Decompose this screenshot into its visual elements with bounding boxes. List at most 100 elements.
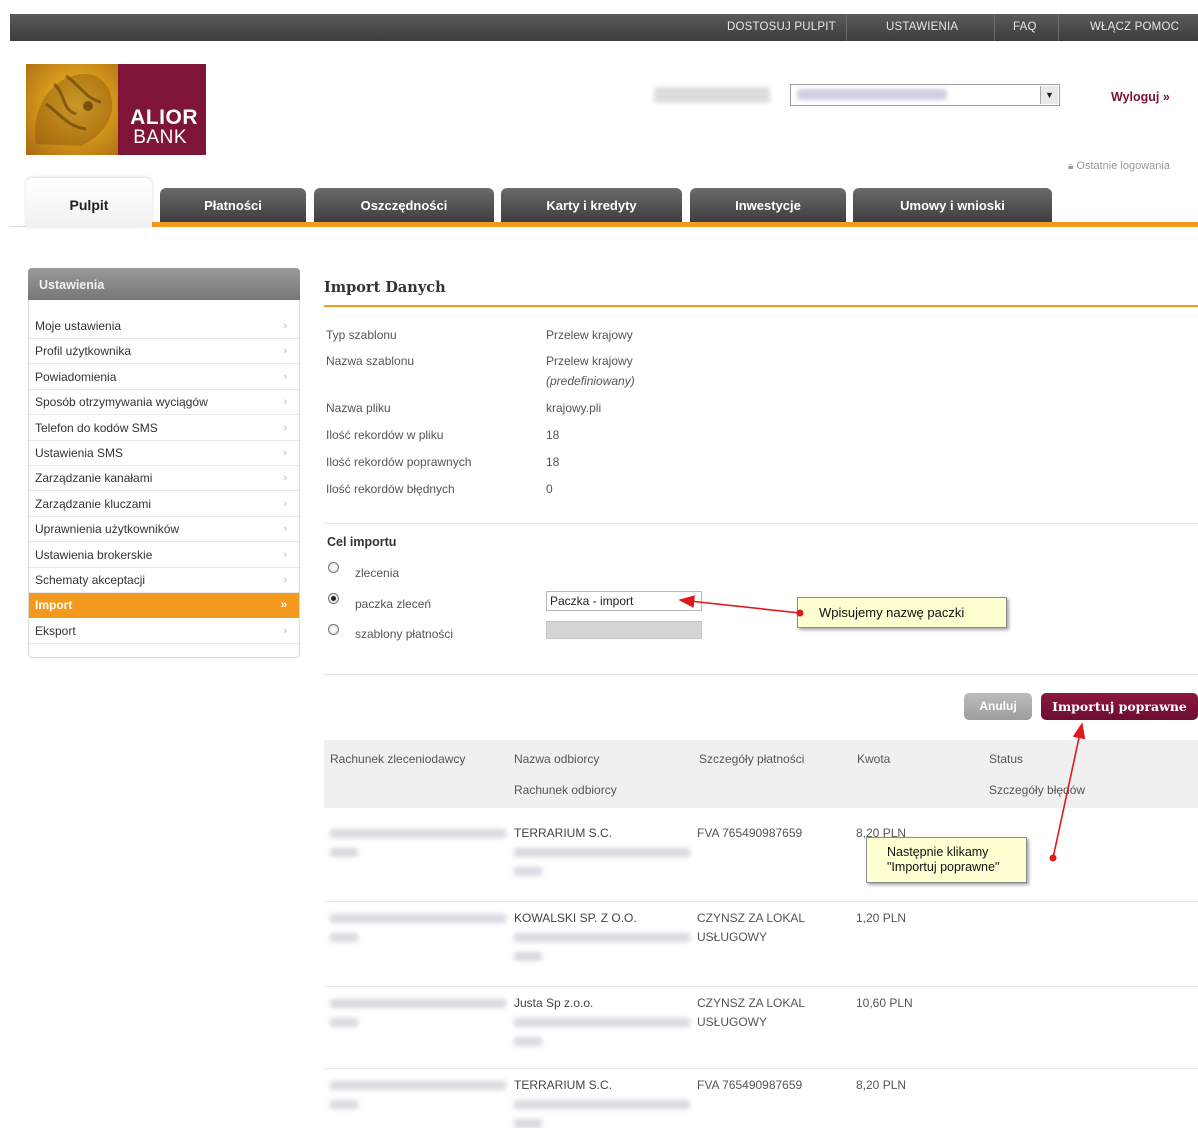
tab-inwestycje[interactable]: Inwestycje: [690, 188, 846, 222]
sidebar-item-label: Moje ustawienia: [35, 319, 122, 333]
amount: 1,20 PLN: [856, 911, 907, 925]
sidebar-item-zarzadzanie-kanalami[interactable]: Zarządzanie kanałami ›: [29, 466, 299, 492]
sidebar-item-moje-ustawienia[interactable]: Moje ustawienia ›: [29, 314, 299, 339]
chevron-right-icon: ›: [283, 548, 287, 561]
sidebar-item-ustawienia-brokerskie[interactable]: Ustawienia brokerskie ›: [29, 543, 299, 568]
sidebar-item-label: Powiadomienia: [35, 369, 117, 384]
chevron-right-icon: ›: [283, 345, 287, 358]
sidebar-item-import[interactable]: Import »: [29, 593, 299, 619]
sidebar-item-uprawnienia-uzytkownikow[interactable]: Uprawnienia użytkowników ›: [29, 517, 299, 543]
records-valid-value: 18: [546, 455, 560, 469]
page-title: Import Danych: [324, 279, 446, 296]
recipient-name: TERRARIUM S.C.: [514, 826, 613, 840]
file-name-value: krajowy.pli: [546, 401, 602, 415]
recipient-account-blurred: [514, 1037, 542, 1046]
top-separator: [846, 14, 847, 41]
recipient-account-blurred: [514, 1119, 542, 1128]
divider: [324, 523, 1198, 524]
logout-link[interactable]: Wyloguj »: [1111, 90, 1170, 104]
radio-package[interactable]: [328, 593, 339, 604]
customize-dashboard-link[interactable]: DOSTOSUJ PULPIT: [727, 21, 836, 33]
cancel-button[interactable]: Anuluj: [964, 693, 1032, 720]
sidebar-item-zarzadzanie-kluczami[interactable]: Zarządzanie kluczami ›: [29, 492, 299, 517]
alior-bank-logo[interactable]: ALIOR BANK: [26, 64, 206, 155]
sidebar-item-eksport[interactable]: Eksport ›: [29, 619, 299, 644]
arrow-dot: [1049, 854, 1057, 862]
chevron-right-icon: ›: [283, 497, 287, 510]
template-type-label: Typ szablonu: [326, 328, 397, 342]
payment-details-line2: USŁUGOWY: [697, 930, 768, 944]
recipient-name: Justa Sp z.o.o.: [514, 996, 594, 1010]
tab-platnosci[interactable]: Płatności: [160, 188, 306, 222]
table-header: [324, 740, 1198, 808]
sidebar-item-powiadomienia[interactable]: Powiadomienia ›: [29, 365, 299, 390]
payment-details: CZYNSZ ZA LOKAL: [697, 996, 806, 1010]
title-underline: [324, 305, 1198, 307]
sidebar-item-sposob-otrzymywania-wyciagow[interactable]: Sposób otrzymywania wyciągów ›: [29, 390, 299, 416]
sidebar-item-label: Uprawnienia użytkowników: [35, 522, 180, 537]
package-name-input[interactable]: [546, 591, 702, 611]
annotation-import-line2: "Importuj poprawne": [887, 860, 1000, 874]
faq-link[interactable]: FAQ: [1013, 21, 1037, 33]
tab-pulpit[interactable]: Pulpit: [26, 178, 152, 228]
sidebar-item-label: Profil użytkownika: [35, 344, 132, 359]
import-valid-button[interactable]: Importuj poprawne: [1041, 693, 1198, 720]
tab-umowy-i-wnioski[interactable]: Umowy i wnioski: [853, 188, 1052, 222]
col-sender-account: Rachunek zleceniodawcy: [330, 752, 466, 766]
annotation-import-button: Następnie klikamy "Importuj poprawne": [866, 837, 1027, 883]
sidebar-item-label: Ustawienia brokerskie: [35, 547, 153, 562]
template-name-label: Nazwa szablonu: [326, 354, 415, 368]
annotation-package-name: Wpisujemy nazwę paczki: [797, 597, 1007, 628]
sidebar-item-telefon-do-kodow-sms[interactable]: Telefon do kodów SMS ›: [29, 416, 299, 441]
recipient-account-blurred: [514, 867, 542, 876]
annotation-import-line1: Następnie klikamy: [887, 845, 989, 859]
recipient-account-blurred: [514, 933, 690, 942]
logo-text-bank: BANK: [133, 127, 187, 148]
sidebar-item-ustawienia-sms[interactable]: Ustawienia SMS ›: [29, 441, 299, 466]
radio-orders[interactable]: [328, 562, 339, 573]
radio-orders-label[interactable]: zlecenia: [355, 566, 399, 580]
sidebar-item-label: Sposób otrzymywania wyciągów: [35, 395, 208, 410]
tab-oszczednosci[interactable]: Oszczędności: [314, 188, 494, 222]
recipient-name: KOWALSKI SP. Z O.O.: [514, 911, 637, 925]
row-divider: [324, 901, 1198, 902]
tab-underline: [152, 222, 1198, 227]
file-name-label: Nazwa pliku: [326, 401, 391, 415]
col-status: Status: [989, 752, 1024, 766]
recipient-account-blurred: [514, 1100, 690, 1109]
lock-icon: 🔒︎: [1068, 161, 1074, 172]
records-invalid-value: 0: [546, 482, 553, 496]
col-amount: Kwota: [857, 752, 891, 766]
sender-account-blurred: [330, 999, 506, 1008]
sender-account-blurred: [330, 1018, 358, 1027]
col-recipient-name: Nazwa odbiorcy: [514, 752, 600, 766]
records-valid-label: Ilość rekordów poprawnych: [326, 455, 472, 469]
recipient-account-blurred: [514, 1018, 690, 1027]
records-invalid-label: Ilość rekordów błędnych: [326, 482, 455, 496]
chevron-down-icon[interactable]: ▼: [1040, 86, 1058, 104]
radio-templates-label[interactable]: szablony płatności: [355, 627, 453, 641]
sidebar-item-label: Import: [35, 598, 73, 613]
row-divider: [324, 1068, 1198, 1069]
enable-help-link[interactable]: WŁĄCZ POMOC: [1090, 21, 1179, 33]
col-payment-details: Szczegóły płatności: [699, 752, 805, 766]
templates-name-input-disabled: [546, 621, 702, 639]
payment-details-line2: USŁUGOWY: [697, 1015, 768, 1029]
divider: [324, 674, 1198, 675]
payment-details: FVA 765490987659: [697, 1078, 803, 1092]
chevron-right-icon: ›: [283, 447, 287, 459]
chevron-right-icon: ›: [283, 574, 287, 586]
sidebar-title: Ustawienia: [28, 268, 300, 300]
top-separator: [994, 14, 995, 41]
sidebar-item-schematy-akceptacji[interactable]: Schematy akceptacji ›: [29, 568, 299, 593]
company-select[interactable]: ▼: [790, 84, 1060, 106]
sidebar-item-profil-uzytkownika[interactable]: Profil użytkownika ›: [29, 339, 299, 365]
last-logins[interactable]: 🔒︎ Ostatnie logowania: [1068, 160, 1170, 172]
radio-package-label[interactable]: paczka zleceń: [355, 597, 431, 611]
amount: 10,60 PLN: [856, 996, 913, 1010]
tab-karty-i-kredyty[interactable]: Karty i kredyty: [501, 188, 682, 222]
sender-account-blurred: [330, 1100, 358, 1109]
radio-templates[interactable]: [328, 624, 339, 635]
settings-link[interactable]: USTAWIENIA: [886, 21, 958, 33]
row-divider: [324, 986, 1198, 987]
